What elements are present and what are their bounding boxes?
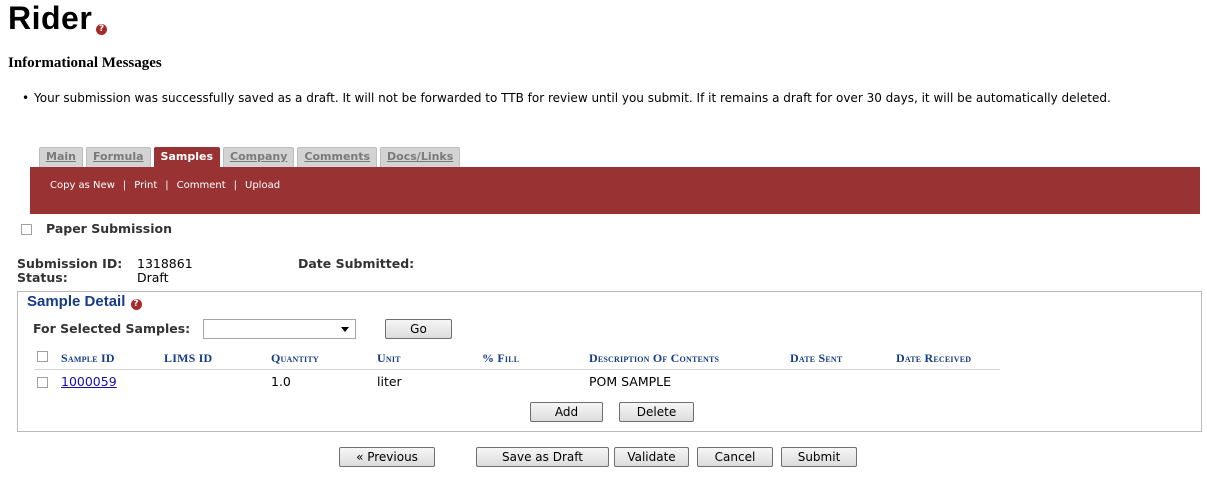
status-value: Draft [137,270,169,285]
add-sample-button[interactable]: Add [530,402,603,422]
info-message-text: Your submission was successfully saved a… [34,91,1111,105]
print-link[interactable]: Print [134,180,157,191]
header-divider [34,369,1000,370]
bullet-icon: • [22,91,30,105]
submission-id-label: Submission ID: [17,256,123,271]
tab-main[interactable]: Main [39,147,83,167]
column-header-description: Description Of Contents [589,351,720,365]
action-links: Copy as New | Print | Comment | Upload [50,180,280,191]
sample-detail-title: Sample Detail [27,293,126,310]
comment-link[interactable]: Comment [177,180,226,191]
column-header-sample-id: Sample ID [61,351,115,365]
paper-submission-checkbox[interactable] [21,224,32,235]
tab-bar: Main Formula Samples Company Comments Do… [39,147,461,167]
column-header-fill: % Fill [482,351,520,365]
column-header-quantity: Quantity [271,351,319,365]
sample-detail-legend: Sample Detail ? [24,293,145,310]
selected-samples-dropdown[interactable] [203,319,356,339]
chevron-down-icon [341,327,349,332]
tab-samples[interactable]: Samples [153,147,220,167]
go-button[interactable]: Go [385,319,452,339]
separator: | [122,180,127,191]
cell-unit: liter [377,374,402,389]
cell-description: POM SAMPLE [589,374,672,389]
copy-as-new-link[interactable]: Copy as New [50,180,115,191]
tab-company[interactable]: Company [223,147,295,167]
tab-formula[interactable]: Formula [85,147,151,167]
column-header-lims-id: LIMS ID [164,351,213,365]
submit-button[interactable]: Submit [781,447,857,467]
paper-submission-label: Paper Submission [46,221,173,236]
previous-button[interactable]: « Previous [339,447,435,467]
date-submitted-label: Date Submitted: [298,256,415,271]
paper-submission: Paper Submission [21,221,172,236]
for-selected-samples-label: For Selected Samples: [33,321,191,336]
info-message: • Your submission was successfully saved… [22,91,1184,106]
row-checkbox[interactable] [37,377,48,388]
cell-quantity: 1.0 [271,374,291,389]
page-title-text: Rider [8,0,93,36]
status-label: Status: [17,270,68,285]
column-header-unit: Unit [377,351,401,365]
upload-link[interactable]: Upload [245,180,280,191]
help-icon[interactable]: ? [130,299,142,310]
tab-comments[interactable]: Comments [297,147,378,167]
page-title: Rider? [8,0,108,36]
save-as-draft-button[interactable]: Save as Draft [476,447,609,467]
delete-sample-button[interactable]: Delete [619,402,694,422]
tab-docs-links[interactable]: Docs/Links [380,147,461,167]
sample-id-link[interactable]: 1000059 [61,374,117,389]
column-header-date-received: Date Received [896,351,972,365]
separator: | [233,180,238,191]
separator: | [165,180,169,191]
select-all-checkbox[interactable] [37,351,48,362]
validate-button[interactable]: Validate [614,447,689,467]
help-icon[interactable]: ? [96,24,108,35]
submission-id-value: 1318861 [137,256,193,271]
column-header-date-sent: Date Sent [790,351,843,365]
cancel-button[interactable]: Cancel [697,447,773,467]
informational-messages-heading: Informational Messages [8,55,162,71]
